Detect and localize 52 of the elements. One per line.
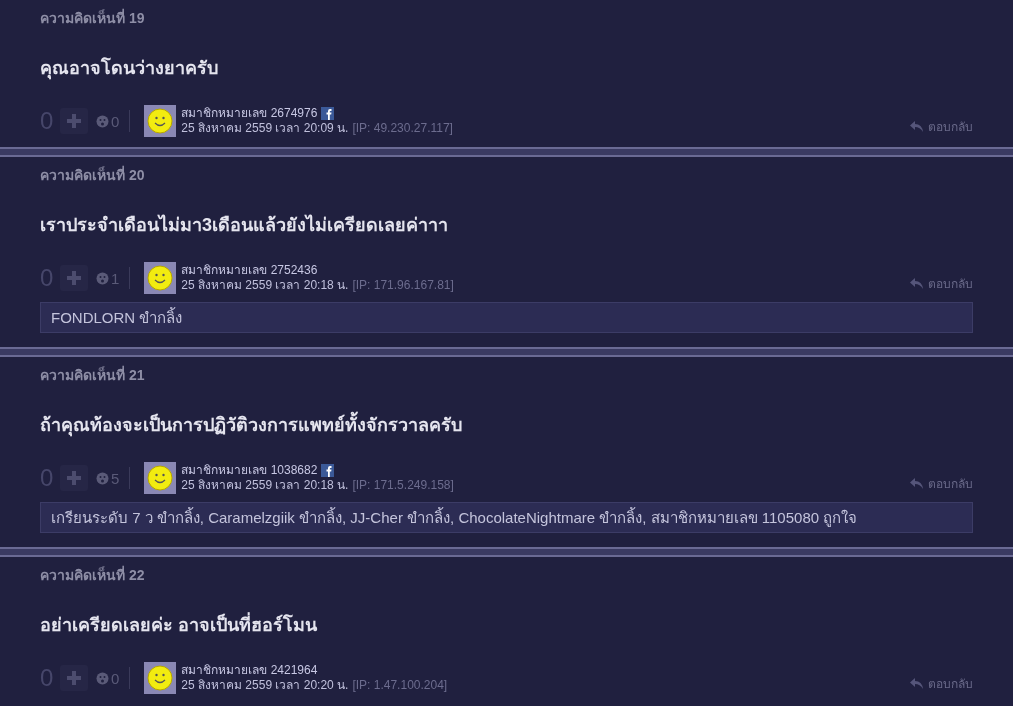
vote-button[interactable]	[60, 108, 88, 134]
emotion-count: 0	[111, 112, 120, 130]
comment-text: อย่าเครียดเลยค่ะ อาจเป็นที่ฮอร์โมน	[40, 613, 317, 637]
smiley-icon	[147, 665, 174, 691]
reply-icon	[910, 678, 923, 689]
reactions-box: FONDLORN ขำกลิ้ง	[40, 302, 973, 333]
smiley-icon	[147, 265, 174, 291]
emoticon-icon[interactable]	[96, 471, 109, 485]
plus-icon	[66, 270, 82, 286]
post-date: 25 สิงหาคม 2559 เวลา 20:20 น.	[181, 678, 349, 692]
avatar[interactable]	[144, 105, 177, 137]
emotion-count: 5	[111, 469, 120, 487]
emoticon-icon[interactable]	[96, 671, 109, 685]
emoticon-icon[interactable]	[96, 114, 109, 128]
ip-address: [IP: 171.96.167.81]	[352, 278, 454, 292]
reactions-box: เกรียนระดับ 7 ว ขำกลิ้ง, Caramelzgiik ขำกลิ้ง, JJ-Cher ขำกลิ้ง, ChocolateNightmare ขำกลิ้ง, สมาชิกหมายเลข 1105080 ถูกใจ	[40, 502, 973, 533]
comment-text: ถ้าคุณท้องจะเป็นการปฏิวัติวงการแพทย์ทั้งจักรวาลครับ	[40, 413, 462, 437]
ip-address: [IP: 171.5.249.158]	[352, 478, 454, 492]
smiley-icon	[147, 465, 174, 491]
smiley-icon	[147, 108, 174, 134]
avatar[interactable]	[144, 462, 177, 494]
avatar[interactable]	[144, 262, 177, 294]
ip-address: [IP: 49.230.27.117]	[352, 121, 453, 135]
vote-button[interactable]	[60, 465, 88, 491]
vote-button[interactable]	[60, 665, 88, 691]
facebook-icon[interactable]	[321, 464, 335, 477]
reply-icon	[910, 278, 923, 289]
comment-number: ความคิดเห็นที่ 22	[40, 565, 145, 585]
member-name[interactable]: สมาชิกหมายเลข 2674976	[181, 106, 318, 121]
member-name[interactable]: สมาชิกหมายเลข 1038682	[181, 463, 318, 478]
plus-icon	[66, 113, 82, 129]
member-name[interactable]: สมาชิกหมายเลข 2421964	[181, 663, 318, 678]
post-date: 25 สิงหาคม 2559 เวลา 20:18 น.	[181, 278, 349, 292]
reply-icon	[910, 121, 923, 132]
post-date: 25 สิงหาคม 2559 เวลา 20:18 น.	[181, 478, 349, 492]
reply-icon	[910, 478, 923, 489]
plus-icon	[66, 470, 82, 486]
emotion-count: 0	[111, 669, 120, 687]
vote-button[interactable]	[60, 265, 88, 291]
member-name[interactable]: สมาชิกหมายเลข 2752436	[181, 263, 318, 278]
post-date: 25 สิงหาคม 2559 เวลา 20:09 น.	[181, 121, 349, 135]
comment-number: ความคิดเห็นที่ 20	[40, 165, 145, 185]
comment-text: เราประจำเดือนไม่มา3เดือนแล้วยังไม่เครียดเลยค่าาา	[40, 213, 448, 237]
emotion-count: 1	[111, 269, 120, 287]
emoticon-icon[interactable]	[96, 271, 109, 285]
comment-number: ความคิดเห็นที่ 19	[40, 8, 145, 28]
ip-address: [IP: 1.47.100.204]	[352, 678, 448, 692]
facebook-icon[interactable]	[321, 107, 335, 120]
comment-number: ความคิดเห็นที่ 21	[40, 365, 145, 385]
avatar[interactable]	[144, 662, 177, 694]
plus-icon	[66, 670, 82, 686]
comment-text: คุณอาจโดนว่างยาครับ	[40, 56, 218, 80]
